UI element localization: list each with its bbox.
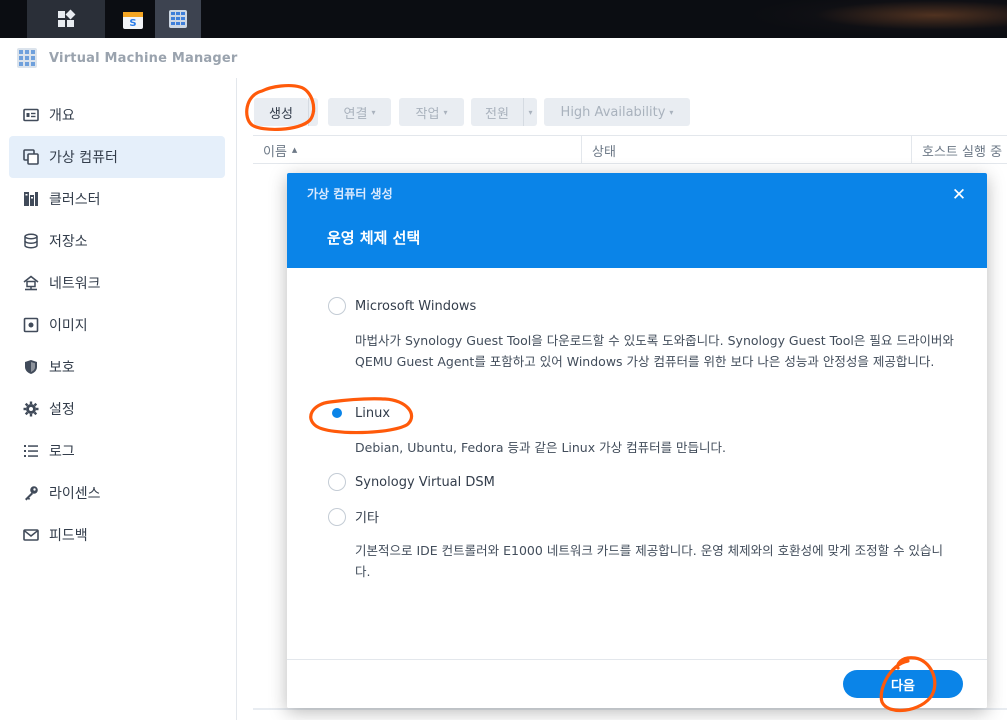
dialog-heading: 운영 체제 선택 [327, 229, 421, 247]
grid-menu-icon [58, 9, 76, 27]
taskbar: S [0, 0, 1007, 38]
os-option-label: Microsoft Windows [355, 298, 477, 314]
chevron-down-icon: ▾ [669, 107, 674, 117]
sidebar-item-image[interactable]: 이미지 [9, 304, 225, 346]
create-button[interactable]: 생성 [254, 98, 308, 126]
dialog-header: 가상 컴퓨터 생성 운영 체제 선택 ✕ [287, 173, 987, 268]
os-option-windows[interactable]: Microsoft Windows [328, 297, 476, 315]
close-icon[interactable]: ✕ [947, 183, 971, 207]
column-header-label: 이름 [263, 144, 287, 160]
os-option-label: Synology Virtual DSM [355, 474, 495, 490]
radio-other[interactable] [328, 507, 346, 526]
os-option-other[interactable]: 기타 [328, 507, 379, 526]
radio-windows[interactable] [328, 297, 346, 315]
log-list-icon [23, 443, 39, 459]
sidebar-item-storage[interactable]: 저장소 [9, 220, 225, 262]
sidebar: 개요 가상 컴퓨터 클러스터 저장소 네트워크 이미지 보호 설정 로그 라이센… [0, 78, 237, 720]
power-dropdown-button[interactable]: ▾ [523, 98, 537, 126]
network-icon [23, 275, 39, 291]
action-button-label: 작업 [415, 106, 440, 122]
next-button-label: 다음 [891, 678, 915, 694]
vmm-app-icon [17, 48, 37, 68]
chevron-down-icon: ▾ [371, 107, 376, 117]
sidebar-item-settings[interactable]: 설정 [9, 388, 225, 430]
create-dropdown-button[interactable]: ▾ [308, 98, 318, 126]
connect-button-label: 연결 [343, 106, 368, 122]
sidebar-item-label: 가상 컴퓨터 [49, 150, 118, 166]
os-option-description: 마법사가 Synology Guest Tool을 다운로드할 수 있도록 도와… [355, 333, 954, 369]
sidebar-item-label: 네트워크 [49, 276, 101, 292]
vmm-app-icon [169, 10, 187, 28]
key-icon [23, 485, 39, 501]
sidebar-item-label: 클러스터 [49, 192, 101, 208]
mail-icon [23, 527, 39, 543]
column-header-label: 호스트 실행 중 [922, 144, 1003, 160]
taskbar-vmm[interactable] [155, 0, 201, 38]
action-button[interactable]: 작업 ▾ [399, 98, 464, 126]
storage-icon [23, 233, 39, 249]
create-button-label: 생성 [269, 106, 293, 122]
sidebar-item-label: 라이센스 [49, 486, 101, 502]
power-button-label: 전원 [485, 106, 509, 122]
radio-linux[interactable] [328, 404, 346, 422]
os-option-description: Debian, Ubuntu, Fedora 등과 같은 Linux 가상 컴퓨… [355, 440, 727, 455]
chevron-down-icon: ▾ [443, 107, 448, 117]
sidebar-item-protection[interactable]: 보호 [9, 346, 225, 388]
sidebar-item-label: 로그 [49, 444, 75, 460]
app-titlebar: Virtual Machine Manager [0, 38, 1007, 78]
overview-icon [23, 107, 39, 123]
chevron-down-icon: ▾ [311, 107, 316, 117]
os-option-linux[interactable]: Linux [328, 404, 390, 422]
sidebar-item-license[interactable]: 라이센스 [9, 472, 225, 514]
os-option-label: Linux [355, 405, 391, 421]
radio-virtual-dsm[interactable] [328, 473, 346, 491]
sidebar-item-label: 저장소 [49, 234, 88, 250]
sidebar-item-overview[interactable]: 개요 [9, 94, 225, 136]
high-availability-button-label: High Availability [560, 104, 666, 120]
column-header-host[interactable]: 호스트 실행 중 [911, 136, 1007, 164]
vm-table-header: 이름 ▲ 상태 호스트 실행 중 [253, 135, 1007, 164]
sidebar-item-label: 설정 [49, 402, 75, 418]
create-vm-dialog: 가상 컴퓨터 생성 운영 체제 선택 ✕ Microsoft Windows 마… [287, 173, 987, 708]
sidebar-item-virtual-machine[interactable]: 가상 컴퓨터 [9, 136, 225, 178]
sidebar-item-label: 개요 [49, 108, 75, 124]
power-button[interactable]: 전원 [471, 98, 523, 126]
column-header-status[interactable]: 상태 [581, 136, 911, 164]
table-footer-line [253, 708, 1007, 710]
main-menu-button[interactable] [27, 0, 105, 38]
next-button[interactable]: 다음 [843, 670, 963, 698]
sidebar-item-label: 피드백 [49, 528, 88, 544]
sidebar-item-label: 이미지 [49, 318, 88, 334]
sidebar-item-log[interactable]: 로그 [9, 430, 225, 472]
svg-text:S: S [129, 18, 136, 29]
column-header-name[interactable]: 이름 ▲ [263, 136, 581, 164]
os-option-description: 기본적으로 IDE 컨트롤러와 E1000 네트워크 카드를 제공합니다. 운영… [355, 543, 944, 579]
sidebar-item-cluster[interactable]: 클러스터 [9, 178, 225, 220]
app-title: Virtual Machine Manager [49, 50, 238, 66]
image-icon [23, 317, 39, 333]
sidebar-item-label: 보호 [49, 360, 75, 376]
gear-icon [23, 401, 39, 417]
chevron-down-icon: ▾ [528, 107, 533, 117]
os-option-label: 기타 [355, 511, 379, 526]
taskbar-package-center[interactable]: S [111, 0, 155, 38]
cluster-icon [23, 191, 39, 207]
os-option-virtual-dsm[interactable]: Synology Virtual DSM [328, 473, 495, 491]
shield-icon [23, 359, 39, 375]
wallpaper-glow [747, 0, 1007, 38]
dialog-window-title: 가상 컴퓨터 생성 [307, 187, 393, 201]
sidebar-item-feedback[interactable]: 피드백 [9, 514, 225, 556]
connect-button[interactable]: 연결 ▾ [328, 98, 391, 126]
package-center-icon: S [123, 12, 143, 29]
high-availability-button[interactable]: High Availability ▾ [544, 98, 690, 126]
sort-ascending-icon: ▲ [291, 146, 298, 154]
column-header-label: 상태 [592, 144, 616, 160]
sidebar-item-network[interactable]: 네트워크 [9, 262, 225, 304]
virtual-machine-icon [23, 149, 39, 165]
